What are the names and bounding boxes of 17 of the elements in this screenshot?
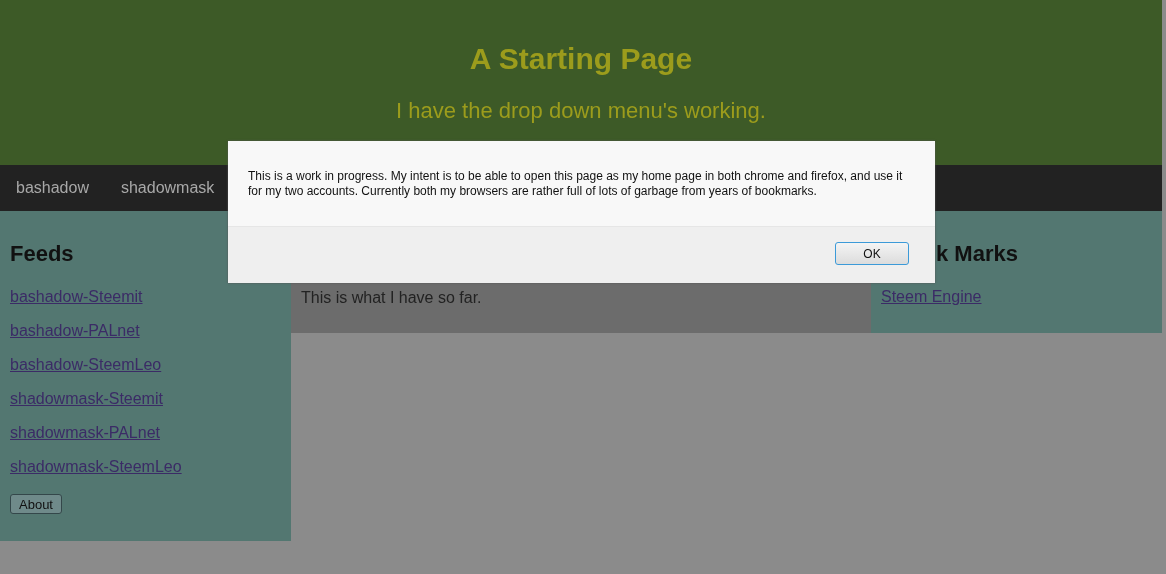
feed-link[interactable]: Steem Engine [881, 287, 982, 306]
section-heading: Feeds [10, 241, 75, 267]
feed-link[interactable]: bashadow-PALnet [10, 321, 140, 340]
dialog-message: This is a work in progress. My intent is to be able to open this page as my home page in both chrome and firefox, and use it for my two accounts. Currently both my browsers are rather full of lots of garbage from years of bookmarks. [248, 169, 904, 199]
feed-link[interactable]: shadowmask-PALnet [10, 423, 160, 442]
content-text: This is what I have so far. [301, 289, 483, 307]
feed-link[interactable]: shadowmask-SteemLeo [10, 457, 182, 476]
page-title: A Starting Page [469, 42, 693, 76]
feed-link[interactable]: bashadow-SteemLeo [10, 355, 162, 374]
about-button[interactable]: About [10, 494, 62, 514]
ok-button[interactable]: OK [835, 242, 909, 265]
nav-item[interactable]: bashadow [0, 165, 105, 211]
nav-item[interactable]: shadowmask [104, 165, 231, 211]
page-subtitle: I have the drop down menu's working. [396, 98, 766, 124]
section-heading: k Marks [935, 241, 1019, 267]
feed-link[interactable]: bashadow-Steemit [10, 287, 143, 306]
feed-link[interactable]: shadowmask-Steemit [10, 389, 163, 408]
